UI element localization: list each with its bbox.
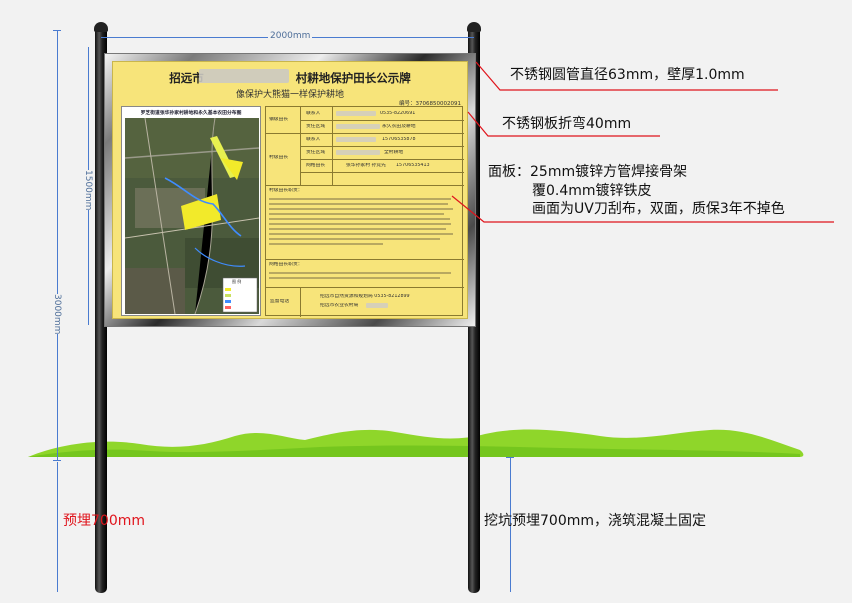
callout-panel-line2: 覆0.4mm镀锌铁皮 xyxy=(532,183,652,199)
signboard-diagram: 招远市 村耕地保护田长公示牌 像保护大熊猫一样保护耕地 编号：3706850002… xyxy=(0,0,852,603)
callout-buried-left: 预埋700mm xyxy=(63,513,145,529)
callout-panel-line3: 画面为UV刀刮布，双面，质保3年不掉色 xyxy=(532,201,785,217)
callout-pipe: 不锈钢圆管直径63mm，壁厚1.0mm xyxy=(510,67,745,83)
callout-bend: 不锈钢板折弯40mm xyxy=(502,116,632,132)
callout-panel-line1: 面板：25mm镀锌方管焊接骨架 xyxy=(488,164,688,180)
callout-buried-right: 挖坑预埋700mm，浇筑混凝土固定 xyxy=(484,513,706,529)
